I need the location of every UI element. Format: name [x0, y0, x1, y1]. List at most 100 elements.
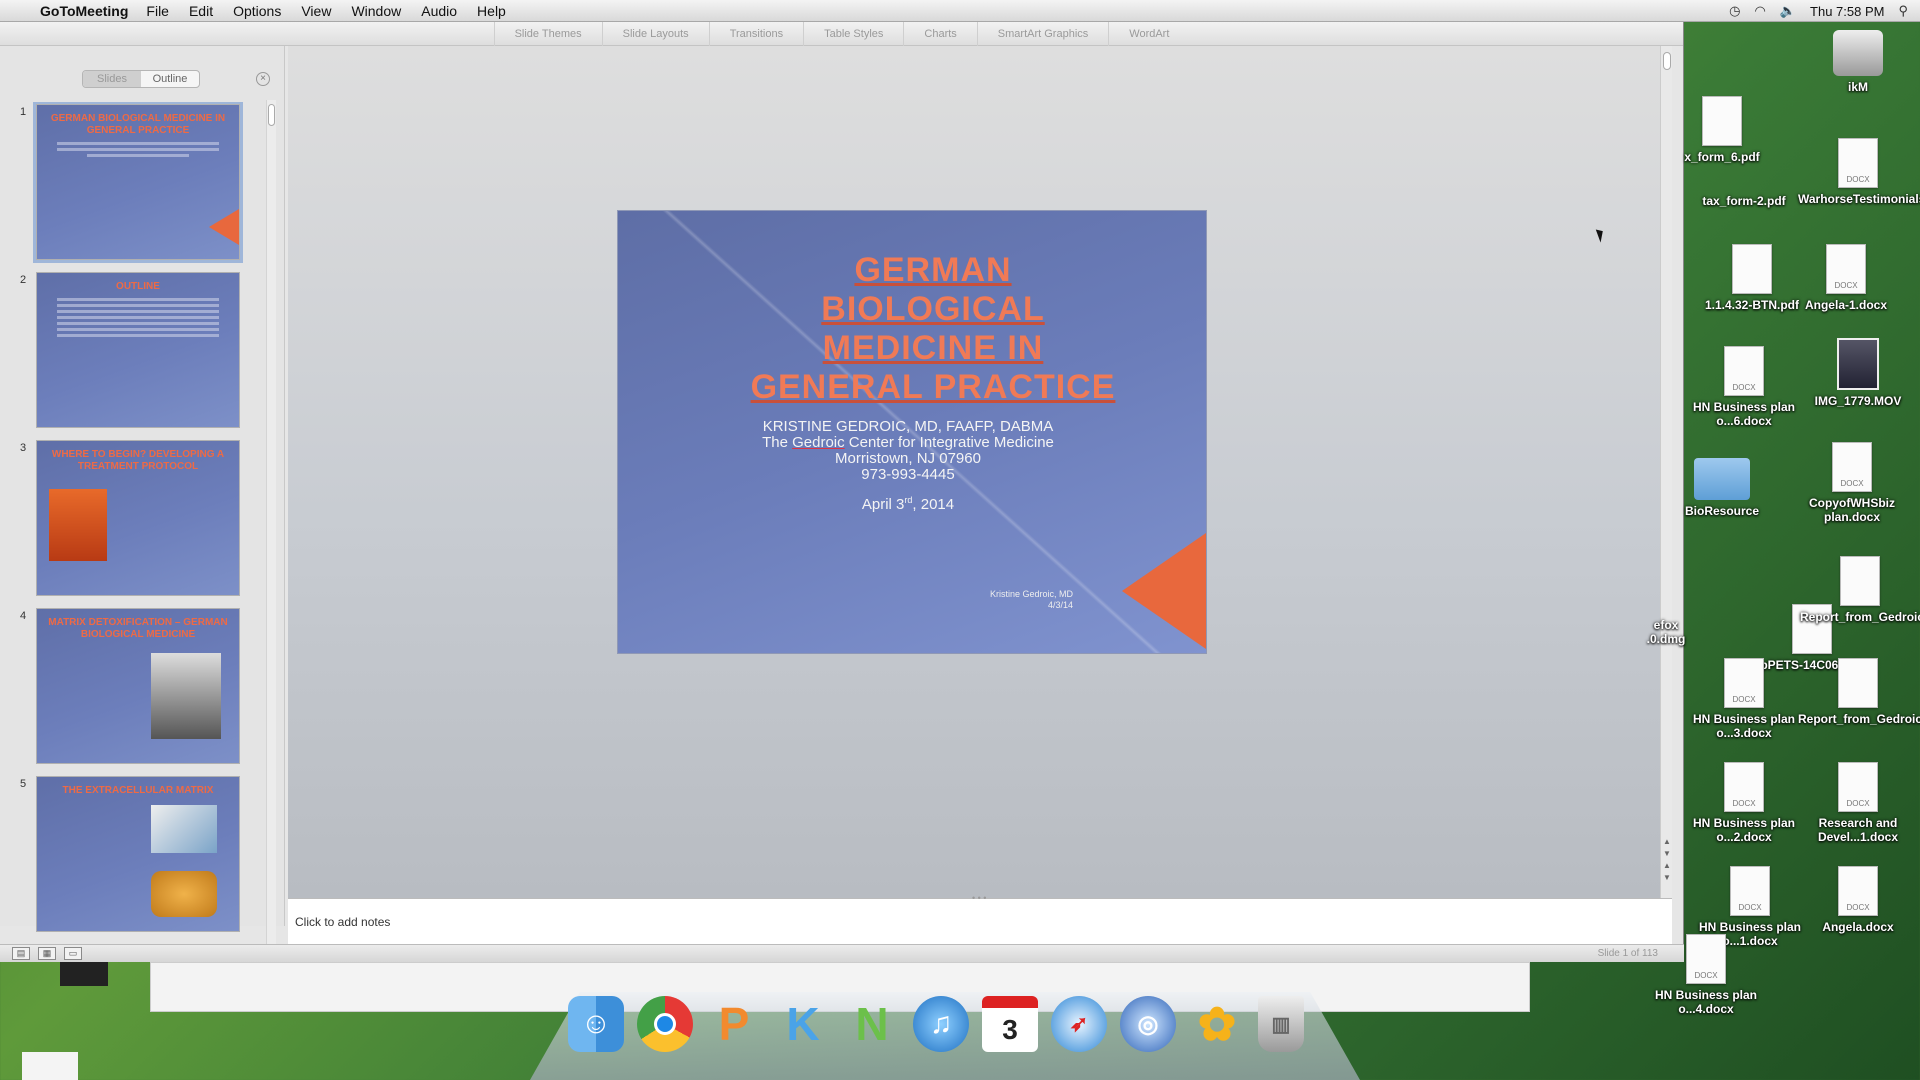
ribbon-gallery-bar: Slide Themes Slide Layouts Transitions T… — [0, 21, 1683, 46]
slide-thumbnail-row[interactable]: 5 THE EXTRACELLULAR MATRIX — [14, 774, 254, 942]
slide-date[interactable]: April 3rd, 2014 — [808, 495, 1008, 513]
slideshow-view-icon[interactable]: ▭ — [64, 947, 82, 960]
tab-outline[interactable]: Outline — [141, 71, 199, 87]
thumbnail-text-line — [57, 322, 219, 325]
ribbon-tab-charts[interactable]: Charts — [903, 21, 976, 46]
ribbon-tab-slide-layouts[interactable]: Slide Layouts — [601, 21, 709, 46]
thumbnail-title: THE EXTRACELLULAR MATRIX — [62, 785, 214, 796]
slide-thumbnail-row[interactable]: 1 GERMAN BIOLOGICAL MEDICINE IN GENERAL … — [14, 102, 254, 270]
slide-sorter-view-icon[interactable]: ▦ — [38, 947, 56, 960]
desktop-icon-file[interactable]: tax_form-2.pdf — [1684, 150, 1804, 208]
slide-thumbnail-row[interactable]: 4 MATRIX DETOXIFICATION – GERMAN BIOLOGI… — [14, 606, 254, 774]
desktop-icon-label: IMG_1779.MOV — [1814, 394, 1902, 408]
menu-edit[interactable]: Edit — [189, 3, 213, 19]
slide-thumbnail-5[interactable]: THE EXTRACELLULAR MATRIX — [36, 776, 240, 932]
menu-audio[interactable]: Audio — [421, 3, 457, 19]
slide-thumbnail-row[interactable]: 2 OUTLINE — [14, 270, 254, 438]
menu-options[interactable]: Options — [233, 3, 281, 19]
menu-clock[interactable]: Thu 7:58 PM — [1810, 4, 1884, 19]
desktop-icon-label: Angela.docx — [1822, 920, 1894, 934]
thumbnail-text-line — [57, 304, 219, 307]
center-name: Gedroic — [792, 434, 845, 451]
hard-drive-icon — [1833, 30, 1883, 76]
notes-placeholder[interactable]: Click to add notes — [295, 915, 390, 929]
folder-icon — [1694, 458, 1750, 500]
menu-window[interactable]: Window — [351, 3, 401, 19]
slides-pane-scrollbar[interactable] — [266, 100, 276, 950]
docx-document-icon: DOCX — [1832, 442, 1872, 492]
desktop-icon-folder[interactable]: BioResource — [1662, 458, 1782, 518]
slides-pane: Slides Outline × 1 GERMAN BIOLOGICAL MED… — [0, 46, 285, 950]
wifi-icon[interactable]: ◠ — [1755, 3, 1766, 19]
itunes-icon[interactable]: ♫ — [913, 996, 969, 1052]
slide-subtitle-block[interactable]: KRISTINE GEDROIC, MD, FAAFP, DABMA The G… — [708, 419, 1108, 483]
phone: 973-993-4445 — [861, 466, 955, 483]
scroll-arrows-icon[interactable]: ▲ ▼ ▲ ▼ — [1661, 836, 1673, 884]
trash-icon[interactable]: ▥ — [1258, 996, 1304, 1052]
notes-pane[interactable]: • • • Click to add notes — [288, 893, 1672, 944]
slide-thumbnail-4[interactable]: MATRIX DETOXIFICATION – GERMAN BIOLOGICA… — [36, 608, 240, 764]
desktop-icon-file[interactable]: IMG_1779.MOV — [1798, 338, 1918, 408]
thumbnail-text-line — [57, 148, 219, 151]
desktop-icon-file[interactable]: DOCX HN Business plan o...6.docx — [1684, 346, 1804, 428]
slide-title[interactable]: GERMAN BIOLOGICAL MEDICINE IN GENERAL PR… — [738, 251, 1128, 407]
view-buttons: ▤ ▦ ▭ — [12, 947, 82, 960]
normal-view-icon[interactable]: ▤ — [12, 947, 30, 960]
desktop-icon-label: HN Business plan o...2.docx — [1692, 816, 1796, 844]
safari-icon[interactable]: ➶ — [1051, 996, 1107, 1052]
desktop-icon-file[interactable]: DOCX CopyofWHSbiz plan.docx — [1792, 442, 1912, 524]
slide-thumbnail-3[interactable]: WHERE TO BEGIN? DEVELOPING A TREATMENT P… — [36, 440, 240, 596]
keynote-icon[interactable]: K — [775, 996, 831, 1052]
desktop-icon-file[interactable]: DOCX Research and Devel...1.docx — [1798, 762, 1918, 844]
docx-document-icon: DOCX — [1826, 244, 1866, 294]
ribbon-tab-smartart[interactable]: SmartArt Graphics — [976, 21, 1108, 46]
slide-thumbnail-row[interactable]: 3 WHERE TO BEGIN? DEVELOPING A TREATMENT… — [14, 438, 254, 606]
pages-icon[interactable]: P — [706, 996, 762, 1052]
menu-app-name[interactable]: GoToMeeting — [40, 3, 128, 19]
scrollbar-knob[interactable] — [1663, 52, 1671, 70]
desktop-icon-ikm[interactable]: ikM — [1798, 30, 1918, 94]
chrome-icon[interactable] — [637, 996, 693, 1052]
desktop-icon-label: Report_from_Gedroic...-3.pdf — [1800, 610, 1920, 624]
ribbon-tab-transitions[interactable]: Transitions — [708, 21, 803, 46]
scrollbar-knob[interactable] — [268, 104, 275, 126]
slide-thumbnail-1[interactable]: GERMAN BIOLOGICAL MEDICINE IN GENERAL PR… — [36, 104, 240, 260]
desktop-icon-file[interactable]: Report_from_Gedroic...-2.pdf — [1798, 658, 1920, 726]
desktop-icon-file[interactable]: DOCX HN Business plan o...3.docx — [1684, 658, 1804, 740]
ribbon-tab-slide-themes[interactable]: Slide Themes — [493, 21, 602, 46]
slide-number: 3 — [20, 442, 27, 454]
docx-document-icon: DOCX — [1686, 934, 1726, 984]
center-prefix: The — [762, 434, 793, 451]
slide-thumbnail-2[interactable]: OUTLINE — [36, 272, 240, 428]
desktop-icon-file[interactable]: efox .0.dmg — [1636, 614, 1696, 646]
photo-icon[interactable]: ✿ — [1189, 996, 1245, 1052]
desktop-icon-file[interactable]: DOCX HN Business plan o...2.docx — [1684, 762, 1804, 844]
volume-icon[interactable]: 🔈 — [1780, 3, 1796, 19]
slide-thumbnail-list: 1 GERMAN BIOLOGICAL MEDICINE IN GENERAL … — [14, 102, 254, 952]
current-slide[interactable]: GERMAN BIOLOGICAL MEDICINE IN GENERAL PR… — [617, 210, 1207, 654]
network-icon[interactable]: ◎ — [1120, 996, 1176, 1052]
ribbon-tab-table-styles[interactable]: Table Styles — [803, 21, 903, 46]
desktop-icon-file[interactable]: DOCX WarhorseTestimonials.docx — [1798, 138, 1920, 206]
close-pane-icon[interactable]: × — [256, 72, 270, 86]
menu-file[interactable]: File — [146, 3, 169, 19]
desktop-icon-file[interactable]: DOCX Angela-1.docx — [1786, 244, 1906, 312]
ribbon-tab-wordart[interactable]: WordArt — [1108, 21, 1189, 46]
spotlight-search-icon[interactable]: ⚲ — [1898, 3, 1908, 19]
tab-slides[interactable]: Slides — [83, 71, 141, 87]
location: Morristown, NJ 07960 — [835, 450, 981, 467]
thumbnail-title: MATRIX DETOXIFICATION – GERMAN BIOLOGICA… — [48, 617, 228, 640]
menu-help[interactable]: Help — [477, 3, 506, 19]
docx-document-icon: DOCX — [1838, 866, 1878, 916]
desktop-icon-file[interactable]: Report_from_Gedroic...-3.pdf — [1800, 556, 1920, 624]
finder-icon[interactable]: ☺ — [568, 996, 624, 1052]
menu-view[interactable]: View — [301, 3, 331, 19]
numbers-icon[interactable]: N — [844, 996, 900, 1052]
powerpoint-window: Slide Themes Slide Layouts Transitions T… — [0, 21, 1684, 962]
slide-number: 1 — [20, 106, 27, 118]
time-machine-icon[interactable]: ◷ — [1729, 3, 1740, 19]
desktop-icon-file[interactable]: DOCX Angela.docx — [1798, 866, 1918, 934]
resize-grip-icon[interactable]: • • • — [972, 893, 986, 903]
desktop-icon-file[interactable]: DOCX HN Business plan o...4.docx — [1646, 934, 1766, 1016]
calendar-icon[interactable]: 3 — [982, 996, 1038, 1052]
